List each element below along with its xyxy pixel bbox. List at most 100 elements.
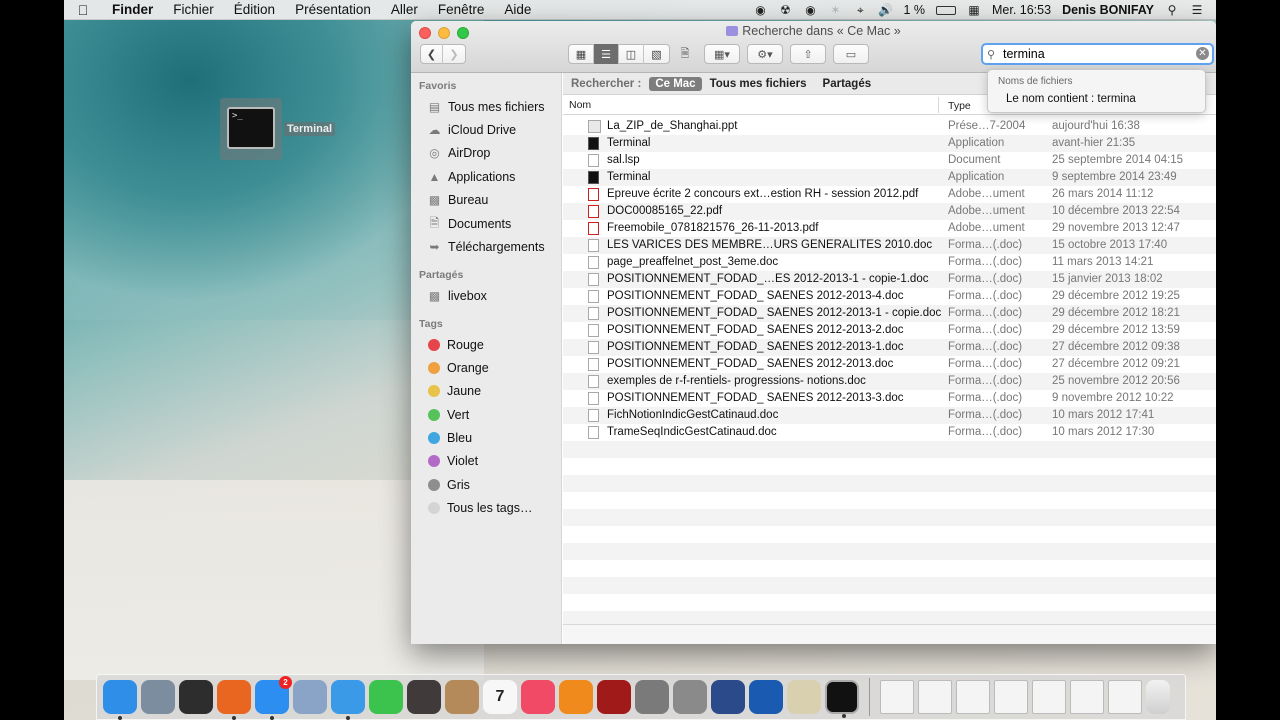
facetime-icon[interactable] — [369, 680, 403, 714]
sidebar-tag-orange[interactable]: Orange — [427, 358, 489, 378]
sidebar-tag-all[interactable]: Tous les tags… — [427, 498, 532, 518]
calendar-menu-icon[interactable]: ▦ — [967, 3, 981, 17]
finder-icon[interactable] — [103, 680, 137, 720]
sidebar-tag-gris[interactable]: Gris — [427, 475, 470, 495]
tag-button[interactable]: ▭ — [833, 44, 869, 64]
table-row[interactable]: Epreuve écrite 2 concours ext…estion RH … — [563, 186, 1216, 203]
table-row[interactable]: Freemobile_0781821576_26-11-2013.pdf Adob… — [563, 220, 1216, 237]
column-name[interactable]: Nom — [569, 99, 591, 111]
suggestion-name-contains[interactable]: Le nom contient : termina — [1006, 93, 1136, 105]
table-row[interactable]: exemples de r-f-rentiels- progressions- … — [563, 373, 1216, 390]
column-divider[interactable] — [938, 97, 939, 113]
doc-2-icon[interactable] — [918, 680, 952, 714]
doc-5-icon[interactable] — [1032, 680, 1066, 714]
table-row[interactable]: sal.lsp Document 25 septembre 2014 04:15 — [563, 152, 1216, 169]
xquartz-icon[interactable] — [749, 680, 783, 714]
document-icon[interactable]: 🗎 — [676, 44, 694, 64]
wifi-icon[interactable]: ⌖ — [853, 3, 867, 17]
terminal-icon[interactable] — [825, 680, 859, 718]
sidebar-tag-rouge[interactable]: Rouge — [427, 335, 484, 355]
doc-6-icon[interactable] — [1070, 680, 1104, 714]
table-row[interactable]: POSITIONNEMENT_FODAD_…ES 2012-2013-1 - c… — [563, 271, 1216, 288]
table-row[interactable]: POSITIONNEMENT_FODAD_ SAENES 2012-2013.d… — [563, 356, 1216, 373]
list-view-button[interactable]: ☰ — [594, 44, 619, 64]
table-row[interactable]: La_ZIP_de_Shanghai.ppt Prése…7-2004 aujour… — [563, 118, 1216, 135]
desktop-terminal-icon[interactable]: >_ — [220, 98, 282, 160]
menu-user[interactable]: Denis BONIFAY — [1062, 3, 1154, 17]
column-view-button[interactable]: ◫ — [619, 44, 644, 64]
menu-fenetre[interactable]: Fenêtre — [428, 2, 495, 17]
utility-icon[interactable] — [787, 680, 821, 714]
sidebar-tag-violet[interactable]: Violet — [427, 451, 478, 471]
launchpad-icon[interactable] — [141, 680, 175, 714]
doc-4-icon[interactable] — [994, 680, 1028, 714]
coverflow-view-button[interactable]: ▧ — [644, 44, 669, 64]
desktop-terminal-label[interactable]: Terminal — [284, 122, 336, 136]
printer-icon[interactable] — [673, 680, 707, 714]
clear-search-icon[interactable]: ✕ — [1196, 47, 1209, 60]
menu-clock[interactable]: Mer. 16:53 — [992, 3, 1051, 17]
table-row[interactable]: page_preaffelnet_post_3eme.doc Forma…(.do… — [563, 254, 1216, 271]
sidebar-item-tous-mes-fichiers[interactable]: ▤ Tous mes fichiers — [427, 97, 545, 117]
sidebar-item-telechargements[interactable]: ➥ Téléchargements — [427, 237, 544, 257]
itunes-icon[interactable] — [521, 680, 555, 714]
mission-control-icon[interactable] — [179, 680, 213, 714]
sidebar-item-applications[interactable]: ▲ Applications — [427, 167, 516, 187]
menu-edition[interactable]: Édition — [224, 2, 285, 17]
battery-icon[interactable] — [935, 5, 956, 15]
menu-app-finder[interactable]: Finder — [102, 2, 163, 17]
share-button[interactable]: ⇧ — [790, 44, 826, 64]
action-gear-button[interactable]: ⚙▾ — [747, 44, 783, 64]
search-input[interactable]: termina — [1003, 47, 1045, 61]
spotlight-icon[interactable]: ⚲ — [1165, 3, 1179, 17]
sidebar-item-livebox[interactable]: ▩ livebox — [427, 286, 487, 306]
sidebar-item-documents[interactable]: 🗎 Documents — [427, 214, 512, 234]
table-row[interactable]: POSITIONNEMENT_FODAD_ SAENES 2012-2013-2… — [563, 322, 1216, 339]
trash-icon[interactable] — [1146, 680, 1170, 714]
table-row[interactable]: Terminal Application 9 septembre 2014 23:4… — [563, 169, 1216, 186]
battery-percent[interactable]: 1 % — [903, 3, 925, 17]
menu-aller[interactable]: Aller — [381, 2, 428, 17]
table-row[interactable]: Terminal Application avant-hier 21:35 — [563, 135, 1216, 152]
sidebar-tag-vert[interactable]: Vert — [427, 405, 469, 425]
table-row[interactable]: TrameSeqIndicGestCatinaud.doc Forma…(.doc… — [563, 424, 1216, 441]
arrange-button[interactable]: ▦▾ — [704, 44, 740, 64]
menu-fichier[interactable]: Fichier — [163, 2, 224, 17]
search-field[interactable]: ⚲ termina ✕ — [981, 43, 1214, 65]
table-row[interactable]: POSITIONNEMENT_FODAD_ SAENES 2012-2013-3… — [563, 390, 1216, 407]
table-row[interactable]: DOC00085165_22.pdf Adobe…ument 10 décembre… — [563, 203, 1216, 220]
apple-menu-icon[interactable]:  — [64, 2, 102, 18]
preview-icon[interactable] — [293, 680, 327, 714]
table-row[interactable]: POSITIONNEMENT_FODAD_ SAENES 2012-2013-4… — [563, 288, 1216, 305]
notification-center-icon[interactable]: ☰ — [1190, 3, 1204, 17]
stop-record-icon[interactable]: ◉ — [803, 3, 817, 17]
system-preferences-icon[interactable] — [635, 680, 669, 714]
table-row[interactable]: LES VARICES DES MEMBRE…URS GENERALITES 2… — [563, 237, 1216, 254]
quicktime-icon[interactable] — [711, 680, 745, 714]
sidebar-tag-bleu[interactable]: Bleu — [427, 428, 472, 448]
safari-icon[interactable] — [331, 680, 365, 720]
sidebar-tag-jaune[interactable]: Jaune — [427, 381, 481, 401]
table-row[interactable]: POSITIONNEMENT_FODAD_ SAENES 2012-2013-1… — [563, 305, 1216, 322]
eye-icon[interactable]: ◉ — [753, 3, 767, 17]
volume-icon[interactable]: 🔊 — [878, 3, 893, 17]
icon-view-button[interactable]: ▦ — [569, 44, 594, 64]
ibooks-icon[interactable] — [559, 680, 593, 714]
sidebar-item-bureau[interactable]: ▩ Bureau — [427, 190, 488, 210]
column-type[interactable]: Type — [948, 100, 971, 112]
doc-1-icon[interactable] — [880, 680, 914, 714]
forward-button[interactable]: ❯ — [443, 44, 465, 64]
back-button[interactable]: ❮ — [421, 44, 444, 64]
sidebar-item-airdrop[interactable]: ◎ AirDrop — [427, 143, 490, 163]
app-store-icon[interactable]: 2 — [255, 676, 292, 720]
sidebar-item-icloud-drive[interactable]: ☁ iCloud Drive — [427, 120, 517, 140]
doc-3-icon[interactable] — [956, 680, 990, 714]
menu-presentation[interactable]: Présentation — [285, 2, 381, 17]
firefox-icon[interactable] — [217, 680, 251, 720]
scope-tous-mes-fichiers[interactable]: Tous mes fichiers — [710, 78, 807, 90]
menu-aide[interactable]: Aide — [494, 2, 541, 17]
table-row[interactable]: FichNotionIndicGestCatinaud.doc Forma…(.d… — [563, 407, 1216, 424]
scope-ce-mac[interactable]: Ce Mac — [649, 76, 702, 91]
scope-partages[interactable]: Partagés — [823, 78, 872, 90]
doc-7-icon[interactable] — [1108, 680, 1142, 714]
